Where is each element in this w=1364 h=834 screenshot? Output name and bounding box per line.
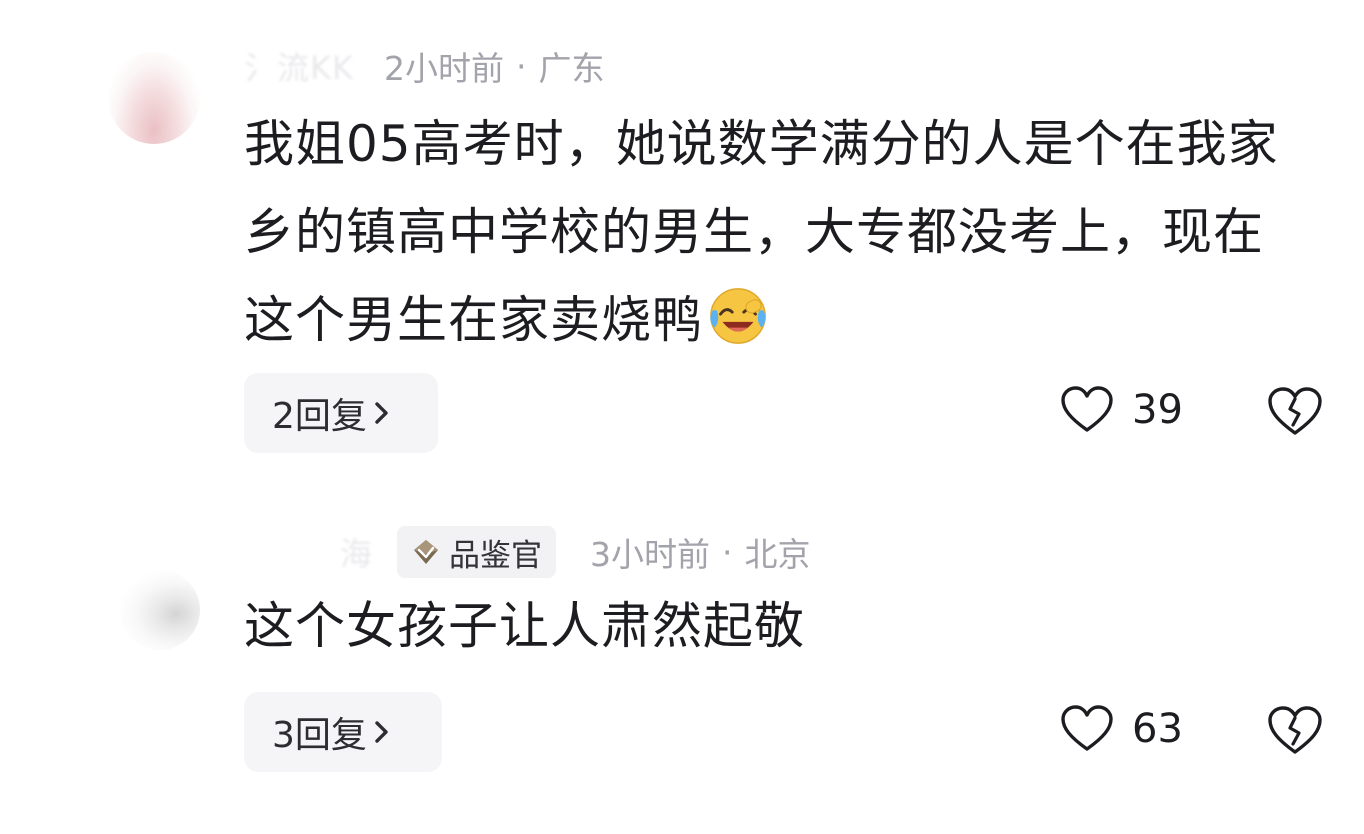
- meta-separator: ·: [722, 532, 733, 572]
- heart-icon: [1061, 705, 1113, 751]
- comment-time: 3小时前: [590, 535, 711, 574]
- like-button[interactable]: 63: [1060, 704, 1183, 754]
- reviewer-badge[interactable]: 品鉴官: [397, 526, 557, 578]
- comment-location: 广东: [538, 49, 605, 88]
- meta-separator: ·: [515, 46, 527, 86]
- comment-item: 海 品鉴官 3小时前 · 北京 这个女孩子让人肃然起敬 3回复 63: [0, 500, 1364, 834]
- chevron-right-icon: [375, 402, 388, 424]
- broken-heart-icon[interactable]: [1266, 385, 1324, 439]
- badge-label: 品鉴官: [449, 537, 543, 574]
- view-replies-button[interactable]: 3回复: [244, 692, 442, 772]
- comment-text-container: 我姐05高考时，她说数学满分的人是个在我家乡的镇高中学校的男生，大专都没考上，现…: [244, 100, 1304, 364]
- like-count: 63: [1132, 706, 1183, 752]
- comment-location: 北京: [744, 535, 811, 574]
- reply-count-label: 2回复: [272, 396, 367, 437]
- broken-heart-icon[interactable]: [1266, 704, 1324, 758]
- comment-item: 氵流KK 2小时前 · 广东 我姐05高考时，她说数学满分的人是个在我家乡的镇高…: [0, 0, 1364, 480]
- username[interactable]: 海: [340, 529, 373, 575]
- like-button[interactable]: 39: [1060, 385, 1183, 435]
- comment-text: 这个女孩子让人肃然起敬: [244, 597, 805, 655]
- comment-list: 氵流KK 2小时前 · 广东 我姐05高考时，她说数学满分的人是个在我家乡的镇高…: [0, 0, 1364, 834]
- avatar[interactable]: [108, 52, 200, 144]
- heart-icon: [1061, 386, 1113, 432]
- reply-count-label: 3回复: [272, 715, 367, 756]
- badge-diamond-icon: [414, 540, 439, 564]
- like-count: 39: [1132, 387, 1183, 433]
- laughing-crying-emoji-icon: [710, 288, 766, 344]
- comment-text-container: 这个女孩子让人肃然起敬: [244, 582, 1304, 670]
- comment-time: 2小时前: [383, 49, 504, 88]
- chevron-right-icon: [375, 721, 388, 743]
- avatar[interactable]: [120, 570, 200, 650]
- view-replies-button[interactable]: 2回复: [244, 373, 438, 453]
- comment-meta: 氵流KK 2小时前 · 广东: [244, 42, 604, 90]
- username[interactable]: 氵流KK: [244, 43, 354, 89]
- comment-meta: 海 品鉴官 3小时前 · 北京: [244, 526, 811, 578]
